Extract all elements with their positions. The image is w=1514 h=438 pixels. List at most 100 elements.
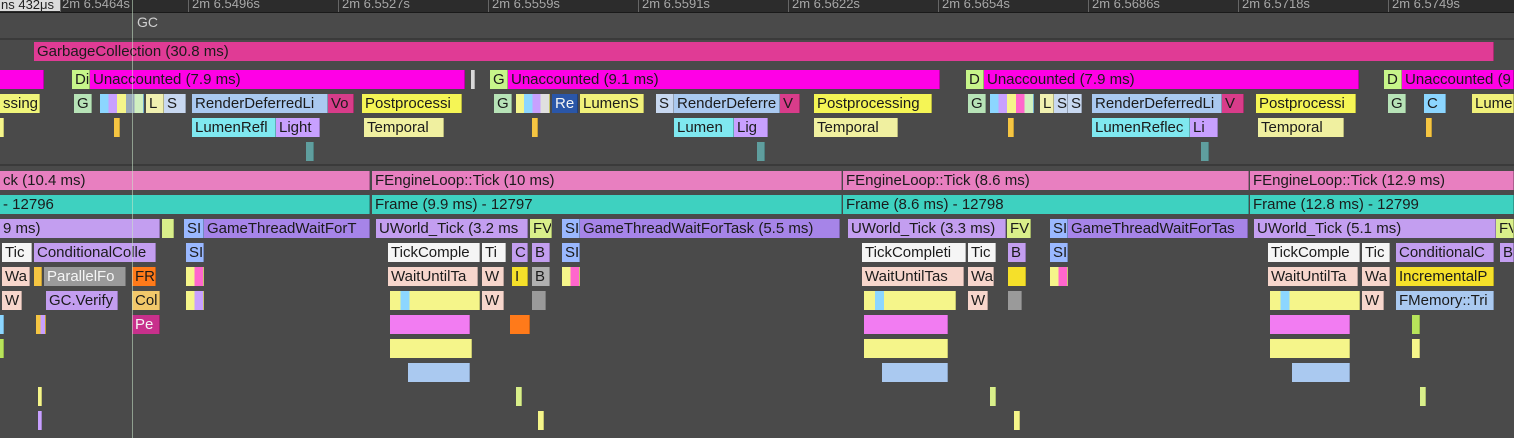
timing-event[interactable]: TickCompleti bbox=[862, 243, 966, 262]
timing-event[interactable]: Di bbox=[72, 70, 90, 89]
timing-event[interactable] bbox=[1008, 118, 1014, 137]
timing-event[interactable]: 9 ms) bbox=[0, 219, 160, 238]
timing-event[interactable]: SI bbox=[186, 243, 204, 262]
timing-event[interactable]: G bbox=[1388, 94, 1406, 113]
timing-event[interactable] bbox=[1201, 142, 1209, 161]
timing-event[interactable] bbox=[390, 315, 470, 334]
timing-event[interactable]: RenderDeferredLi bbox=[192, 94, 328, 113]
timing-event[interactable]: TickComple bbox=[1268, 243, 1360, 262]
timing-event[interactable]: GameThreadWaitForTask (5.5 ms) bbox=[580, 219, 840, 238]
timing-event[interactable] bbox=[882, 363, 948, 382]
timing-insights-timeline[interactable]: ns 432μs 2m 6.5464s 2m 6.5496s 2m 6.5527… bbox=[0, 0, 1514, 438]
timing-event[interactable]: Postprocessing bbox=[814, 94, 932, 113]
timing-event[interactable] bbox=[510, 315, 530, 334]
timing-event[interactable]: SI bbox=[562, 219, 580, 238]
timing-event[interactable]: RenderDeferredLi bbox=[1092, 94, 1222, 113]
timing-event[interactable]: ParallelFo bbox=[44, 267, 126, 286]
timing-event[interactable] bbox=[1270, 291, 1360, 310]
timing-event[interactable]: Tic bbox=[2, 243, 32, 262]
timing-event[interactable] bbox=[1412, 339, 1420, 358]
timing-event-engine-tick[interactable]: FEngineLoop::Tick (8.6 ms) bbox=[843, 171, 1249, 190]
timing-event[interactable] bbox=[864, 315, 948, 334]
timing-event[interactable] bbox=[38, 411, 42, 430]
timing-event-unaccounted[interactable]: Unaccounted (9 bbox=[1402, 70, 1514, 89]
timing-event[interactable] bbox=[306, 142, 314, 161]
timing-event-engine-tick[interactable]: ck (10.4 ms) bbox=[0, 171, 370, 190]
timing-event[interactable]: B bbox=[1500, 243, 1514, 262]
timing-event[interactable]: IncrementalP bbox=[1396, 267, 1494, 286]
timing-event[interactable]: UWorld_Tick (3.2 ms bbox=[376, 219, 528, 238]
timing-event[interactable]: Temporal bbox=[364, 118, 444, 137]
timing-event[interactable]: SI bbox=[562, 243, 580, 262]
timing-event[interactable] bbox=[408, 363, 470, 382]
timing-event[interactable] bbox=[186, 267, 204, 286]
timing-event[interactable]: Tic bbox=[968, 243, 996, 262]
timing-event[interactable] bbox=[471, 70, 475, 89]
timing-event[interactable]: GC.Verify bbox=[46, 291, 118, 310]
timing-event[interactable]: Pe bbox=[132, 315, 160, 334]
timing-event[interactable] bbox=[1270, 315, 1350, 334]
timing-event-engine-tick[interactable]: FEngineLoop::Tick (12.9 ms) bbox=[1250, 171, 1514, 190]
timing-event[interactable]: ssing bbox=[0, 94, 40, 113]
timing-event[interactable]: Ti bbox=[482, 243, 506, 262]
timing-event[interactable] bbox=[114, 118, 120, 137]
timing-event[interactable]: G bbox=[968, 94, 986, 113]
timing-event[interactable]: FR bbox=[132, 267, 156, 286]
timing-event-frame[interactable]: - 12796 bbox=[0, 195, 370, 214]
timing-event[interactable]: SI bbox=[1050, 219, 1068, 238]
timing-event[interactable] bbox=[990, 94, 1034, 113]
timing-event-frame[interactable]: Frame (8.6 ms) - 12798 bbox=[843, 195, 1249, 214]
timing-event[interactable]: L bbox=[1040, 94, 1054, 113]
timing-event[interactable]: UWorld_Tick (5.1 ms) bbox=[1254, 219, 1496, 238]
time-ruler[interactable]: ns 432μs 2m 6.5464s 2m 6.5496s 2m 6.5527… bbox=[0, 0, 1514, 13]
timing-event[interactable]: Light bbox=[276, 118, 320, 137]
timing-event[interactable]: B bbox=[532, 267, 550, 286]
timing-event-frame[interactable]: Frame (12.8 ms) - 12799 bbox=[1250, 195, 1514, 214]
timing-event[interactable]: Lume bbox=[1472, 94, 1514, 113]
timing-event[interactable]: V bbox=[780, 94, 800, 113]
timing-event[interactable]: Postprocessi bbox=[362, 94, 462, 113]
timing-event[interactable]: Wa bbox=[1362, 267, 1390, 286]
timing-event[interactable] bbox=[1008, 267, 1026, 286]
timing-event[interactable] bbox=[516, 94, 550, 113]
timing-event[interactable] bbox=[1008, 291, 1022, 310]
timing-event[interactable]: Re bbox=[552, 94, 578, 113]
timing-event[interactable]: Col bbox=[132, 291, 160, 310]
timing-event[interactable]: D bbox=[966, 70, 984, 89]
timing-event[interactable] bbox=[1050, 267, 1068, 286]
timing-event[interactable] bbox=[38, 387, 42, 406]
timing-event[interactable] bbox=[0, 70, 44, 89]
timing-event[interactable]: Vo bbox=[328, 94, 354, 113]
timing-event[interactable]: LumenS bbox=[580, 94, 644, 113]
timing-event[interactable]: GameThreadWaitForT bbox=[204, 219, 370, 238]
timing-event[interactable]: W bbox=[968, 291, 988, 310]
timing-event[interactable]: I bbox=[512, 267, 528, 286]
timing-event[interactable] bbox=[36, 315, 46, 334]
timing-event[interactable]: C bbox=[1424, 94, 1446, 113]
timing-event[interactable] bbox=[990, 387, 996, 406]
timing-event[interactable]: FV bbox=[530, 219, 552, 238]
timing-event[interactable]: Temporal bbox=[814, 118, 898, 137]
timing-event[interactable]: TickComple bbox=[388, 243, 480, 262]
timing-event[interactable]: B bbox=[1008, 243, 1026, 262]
timing-event[interactable] bbox=[1426, 118, 1432, 137]
timing-event[interactable]: Lumen bbox=[674, 118, 734, 137]
timing-event[interactable]: B bbox=[532, 243, 550, 262]
timing-event[interactable] bbox=[390, 339, 472, 358]
timing-event[interactable]: FMemory::Tri bbox=[1396, 291, 1494, 310]
timing-event[interactable] bbox=[100, 94, 144, 113]
timing-event[interactable] bbox=[0, 315, 4, 334]
timing-event[interactable] bbox=[162, 219, 174, 238]
timing-event[interactable]: ConditionalC bbox=[1396, 243, 1494, 262]
timing-event[interactable]: FV bbox=[1496, 219, 1514, 238]
timing-event[interactable]: G bbox=[74, 94, 92, 113]
timing-event[interactable]: ConditionalColle bbox=[34, 243, 156, 262]
timing-event[interactable] bbox=[532, 118, 538, 137]
timing-event[interactable] bbox=[390, 291, 480, 310]
timing-event[interactable]: LumenReflec bbox=[1092, 118, 1190, 137]
timing-event[interactable]: RenderDeferre bbox=[674, 94, 780, 113]
timing-event[interactable] bbox=[1412, 315, 1420, 334]
timing-event[interactable]: UWorld_Tick (3.3 ms) bbox=[848, 219, 1006, 238]
timing-event[interactable]: S bbox=[164, 94, 186, 113]
timing-event[interactable] bbox=[1014, 411, 1020, 430]
